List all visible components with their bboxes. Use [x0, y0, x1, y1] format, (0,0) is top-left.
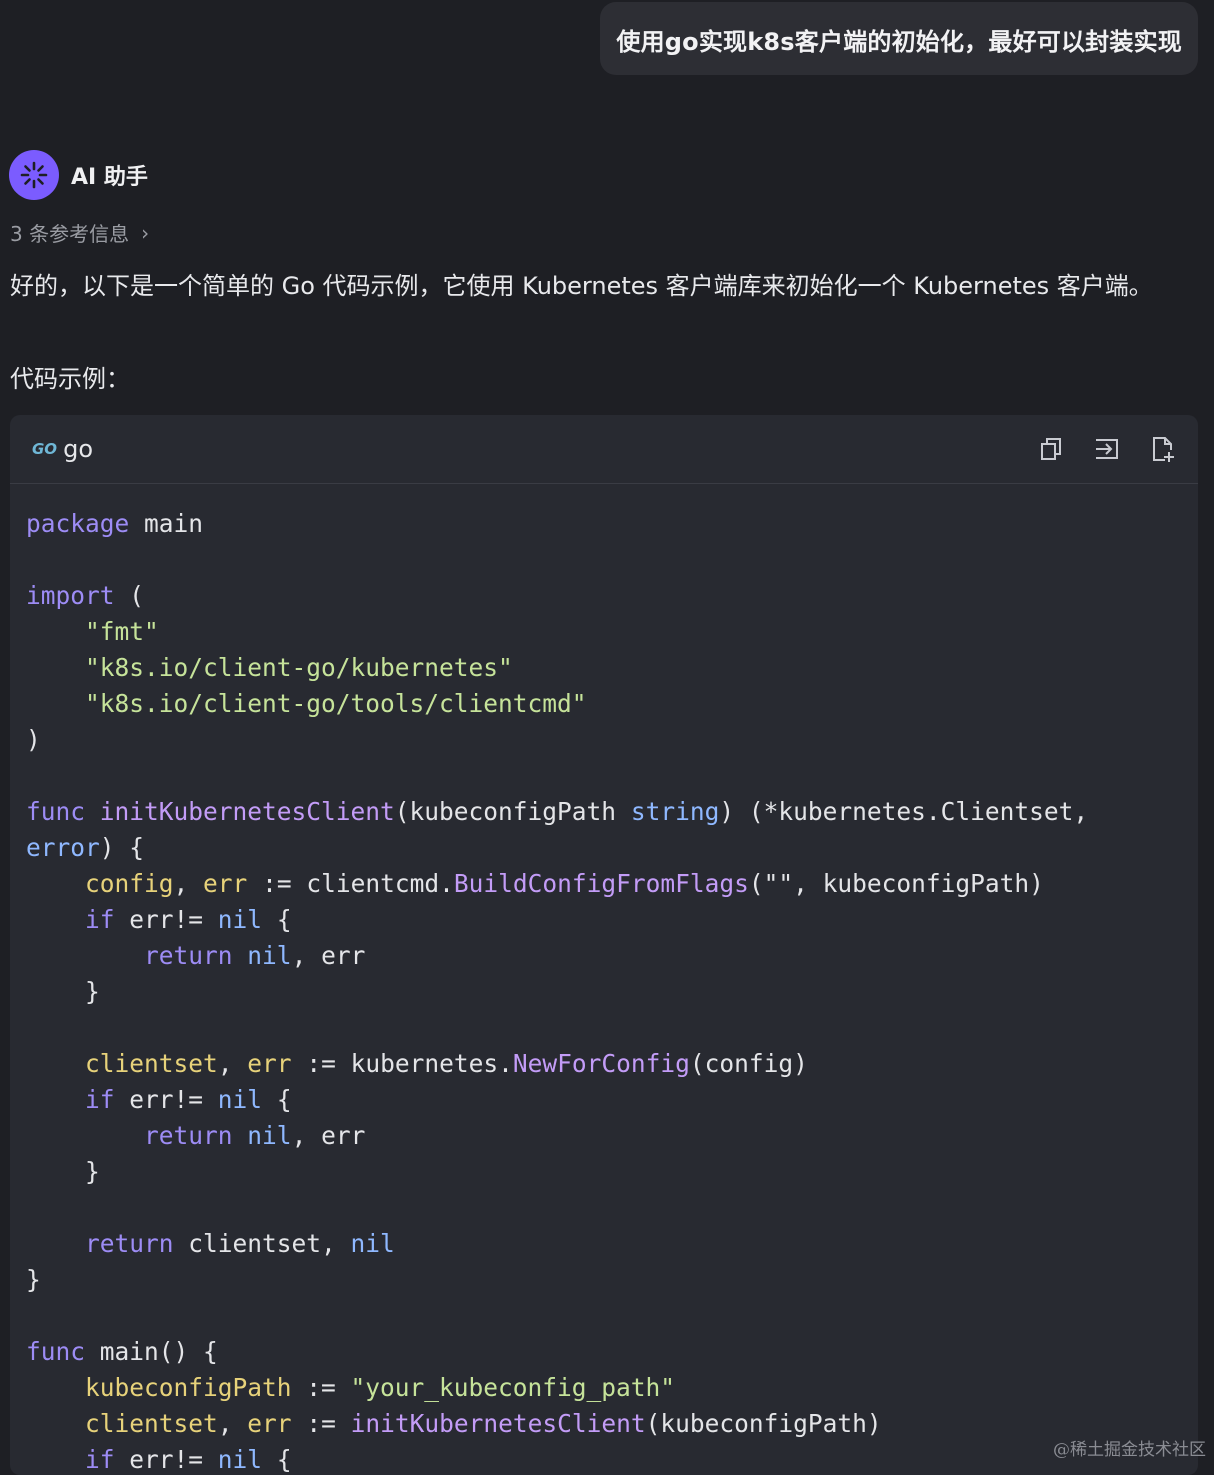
code-token: := — [291, 1373, 351, 1402]
code-token: return — [144, 941, 233, 970]
code-token: { — [262, 905, 292, 934]
code-token: clientset, — [173, 1229, 351, 1258]
code-token: (config) — [689, 1049, 808, 1078]
user-message-bubble: 使用go实现k8s客户端的初始化，最好可以封装实现 — [600, 2, 1198, 75]
assistant-intro-text: 好的，以下是一个简单的 Go 代码示例，它使用 Kubernetes 客户端库来… — [10, 272, 1153, 300]
code-token: err!= — [114, 905, 218, 934]
code-token: string — [630, 797, 720, 826]
code-token: := clientcmd. — [247, 869, 454, 898]
copy-icon — [1041, 438, 1061, 460]
code-token: ("", kubeconfigPath) — [748, 869, 1044, 898]
code-token: } — [26, 1265, 41, 1294]
code-token: , — [217, 1409, 248, 1438]
code-token: , err — [291, 941, 366, 970]
user-message-text: 使用go实现k8s客户端的初始化，最好可以封装实现 — [616, 28, 1182, 56]
new-file-icon — [1153, 437, 1174, 462]
references-link[interactable]: 3 条参考信息 › — [10, 218, 149, 247]
code-token: err!= — [114, 1445, 218, 1474]
code-token: package — [26, 509, 130, 538]
code-token: BuildConfigFromFlags — [453, 869, 749, 898]
code-token: nil — [217, 905, 263, 934]
code-token: if — [85, 905, 115, 934]
code-token: , err — [291, 1121, 366, 1150]
code-token: if — [85, 1085, 115, 1114]
code-token: clientset — [85, 1409, 218, 1438]
code-example-label: 代码示例： — [10, 365, 130, 393]
code-language-label: go — [63, 435, 93, 463]
watermark: @稀土掘金技术社区 — [1053, 1440, 1206, 1460]
code-token: ) — [26, 725, 41, 754]
code-token: err — [247, 1049, 292, 1078]
code-token: } — [85, 977, 100, 1006]
code-token: { — [262, 1445, 292, 1474]
code-token: return — [144, 1121, 233, 1150]
code-token: , — [173, 869, 204, 898]
code-token: nil — [247, 1121, 292, 1150]
code-token: (kubeconfigPath — [394, 797, 631, 826]
references-label: 3 条参考信息 — [10, 222, 130, 246]
code-token: ) { — [99, 833, 145, 862]
code-content: package main import ( "fmt" "k8s.io/clie… — [10, 484, 1198, 1475]
code-token: := kubernetes. — [291, 1049, 513, 1078]
code-block: GO go package main import ("fmt" "k8s.i… — [10, 415, 1198, 1475]
code-token: (kubeconfigPath) — [645, 1409, 882, 1438]
code-token: func — [26, 1337, 86, 1366]
code-token: nil — [217, 1085, 263, 1114]
code-token: nil — [217, 1445, 263, 1474]
code-token: main — [129, 509, 204, 538]
code-token: func — [26, 797, 86, 826]
code-token: config — [85, 869, 174, 898]
code-token: := — [291, 1409, 351, 1438]
code-token: "k8s.io/client-go/tools/clientcmd" — [85, 689, 587, 718]
code-token: , — [217, 1049, 248, 1078]
code-token: err!= — [114, 1085, 218, 1114]
code-token: clientset — [85, 1049, 218, 1078]
code-token: "fmt" — [85, 617, 159, 646]
new-file-button[interactable] — [1150, 435, 1176, 463]
go-language-icon: GO — [32, 440, 58, 458]
sparkle-icon — [20, 161, 48, 189]
code-token: nil — [350, 1229, 395, 1258]
code-token: err — [203, 869, 248, 898]
code-token: if — [85, 1445, 115, 1474]
code-toolbar — [1038, 435, 1176, 463]
code-token: initKubernetesClient — [99, 797, 395, 826]
code-token: ) (*kubernetes.Clientset, — [719, 797, 1089, 826]
code-token: { — [262, 1085, 292, 1114]
code-token: err — [247, 1409, 292, 1438]
code-token: nil — [247, 941, 292, 970]
insert-code-button[interactable] — [1094, 435, 1120, 463]
code-token: "k8s.io/client-go/kubernetes" — [85, 653, 513, 682]
code-token: } — [85, 1157, 100, 1186]
code-token: kubeconfigPath — [85, 1373, 292, 1402]
copy-button[interactable] — [1038, 435, 1064, 463]
assistant-name: AI 助手 — [71, 165, 148, 190]
code-token: error — [26, 833, 100, 862]
code-token: import — [26, 581, 115, 610]
assistant-avatar — [9, 150, 59, 200]
assistant-header: AI 助手 — [9, 150, 148, 200]
code-token: return — [85, 1229, 174, 1258]
insert-icon — [1096, 439, 1118, 459]
code-token: main() { — [85, 1337, 218, 1366]
code-token: ( — [114, 581, 145, 610]
code-token: initKubernetesClient — [350, 1409, 646, 1438]
chevron-right-icon: › — [141, 220, 150, 245]
code-block-header: GO go — [10, 415, 1198, 484]
code-token: "your_kubeconfig_path" — [350, 1373, 676, 1402]
code-token: NewForConfig — [512, 1049, 690, 1078]
